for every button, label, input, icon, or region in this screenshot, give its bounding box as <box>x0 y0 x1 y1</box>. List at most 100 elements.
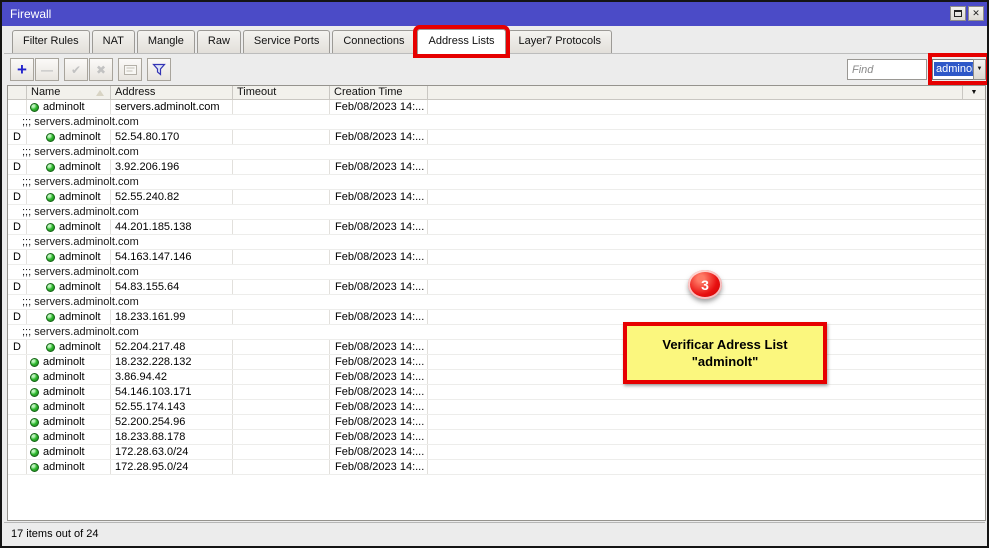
tab-address-lists[interactable]: Address Lists <box>417 29 505 54</box>
address-list-row[interactable]: Dadminolt44.201.185.138Feb/08/2023 14:..… <box>8 220 985 235</box>
creation-time-cell: Feb/08/2023 14:... <box>330 445 428 459</box>
name-text: adminolt <box>43 461 85 474</box>
status-green-icon <box>30 403 39 412</box>
close-button[interactable]: ✕ <box>968 6 984 21</box>
address-list-row[interactable]: adminolt52.55.174.143Feb/08/2023 14:... <box>8 400 985 415</box>
filter-combo-annotation: adminolt ▼ <box>928 53 989 85</box>
firewall-window: Firewall ✕ Filter Rules NAT Mangle Raw S… <box>0 0 989 548</box>
address-list-row[interactable]: Dadminolt18.233.161.99Feb/08/2023 14:... <box>8 310 985 325</box>
address-list-row[interactable]: Dadminolt54.83.155.64Feb/08/2023 14:... <box>8 280 985 295</box>
remove-button[interactable]: — <box>35 58 59 81</box>
comment-row[interactable]: ;;; servers.adminolt.com <box>8 115 985 130</box>
comment-row[interactable]: ;;; servers.adminolt.com <box>8 205 985 220</box>
column-header-creation-time[interactable]: Creation Time <box>330 86 428 99</box>
address-cell: 54.146.103.171 <box>111 385 233 399</box>
timeout-cell <box>233 415 330 429</box>
address-list-row[interactable]: Dadminolt3.92.206.196Feb/08/2023 14:... <box>8 160 985 175</box>
row-filler <box>428 130 985 144</box>
flag-cell: D <box>8 250 27 264</box>
tab-layer7-protocols[interactable]: Layer7 Protocols <box>508 30 613 53</box>
address-cell: 52.200.254.96 <box>111 415 233 429</box>
table-body: adminoltservers.adminolt.comFeb/08/2023 … <box>8 100 985 475</box>
address-list-row[interactable]: adminolt52.200.254.96Feb/08/2023 14:... <box>8 415 985 430</box>
address-list-row[interactable]: adminolt54.146.103.171Feb/08/2023 14:... <box>8 385 985 400</box>
enable-button[interactable]: ✔ <box>64 58 88 81</box>
address-list-row[interactable]: Dadminolt52.54.80.170Feb/08/2023 14:... <box>8 130 985 145</box>
find-input[interactable] <box>847 59 927 80</box>
name-cell: adminolt <box>27 355 111 369</box>
comment-text: ;;; servers.adminolt.com <box>8 205 139 219</box>
flag-cell <box>8 430 27 444</box>
address-list-row[interactable]: adminolt172.28.63.0/24Feb/08/2023 14:... <box>8 445 985 460</box>
disable-button[interactable]: ✖ <box>89 58 113 81</box>
name-cell: adminolt <box>27 160 111 174</box>
filter-button[interactable] <box>147 58 171 81</box>
column-header-address[interactable]: Address <box>111 86 233 99</box>
address-list-row[interactable]: adminolt18.232.228.132Feb/08/2023 14:... <box>8 355 985 370</box>
status-green-icon <box>46 283 55 292</box>
tab-connections[interactable]: Connections <box>332 30 415 53</box>
tab-nat[interactable]: NAT <box>92 30 135 53</box>
name-cell: adminolt <box>27 220 111 234</box>
tab-mangle[interactable]: Mangle <box>137 30 195 53</box>
name-cell: adminolt <box>27 445 111 459</box>
creation-time-cell: Feb/08/2023 14:... <box>330 370 428 384</box>
close-icon: ✕ <box>972 8 980 19</box>
flag-cell: D <box>8 160 27 174</box>
timeout-cell <box>233 370 330 384</box>
status-green-icon <box>46 343 55 352</box>
column-header-timeout[interactable]: Timeout <box>233 86 330 99</box>
tab-service-ports[interactable]: Service Ports <box>243 30 330 53</box>
maximize-button[interactable] <box>950 6 966 21</box>
filter-list-combobox[interactable]: adminolt <box>932 59 973 80</box>
comment-button[interactable] <box>118 58 142 81</box>
status-green-icon <box>46 193 55 202</box>
address-cell: 52.55.174.143 <box>111 400 233 414</box>
name-text: adminolt <box>43 101 85 114</box>
address-list-row[interactable]: adminolt 18.233.88.178 Feb/08/2023 14:... <box>8 430 985 445</box>
flag-cell: D <box>8 280 27 294</box>
creation-time-cell: Feb/08/2023 14:... <box>330 310 428 324</box>
comment-row[interactable]: ;;; servers.adminolt.com <box>8 235 985 250</box>
step-badge: 3 <box>688 270 722 299</box>
address-cell: 18.233.88.178 <box>111 430 233 444</box>
flag-cell <box>8 100 27 114</box>
address-list-row[interactable]: adminoltservers.adminolt.comFeb/08/2023 … <box>8 100 985 115</box>
address-list-row[interactable]: adminolt3.86.94.42Feb/08/2023 14:... <box>8 370 985 385</box>
name-text: adminolt <box>59 341 101 354</box>
name-text: adminolt <box>43 431 85 444</box>
address-list-row[interactable]: adminolt172.28.95.0/24Feb/08/2023 14:... <box>8 460 985 475</box>
column-header-name[interactable]: Name <box>27 86 111 99</box>
comment-row[interactable]: ;;; servers.adminolt.com <box>8 175 985 190</box>
comment-row[interactable]: ;;; servers.adminolt.com <box>8 145 985 160</box>
creation-time-cell: Feb/08/2023 14:... <box>330 430 428 444</box>
comment-row[interactable]: ;;; servers.adminolt.com <box>8 265 985 280</box>
tab-filter-rules[interactable]: Filter Rules <box>12 30 90 53</box>
column-select-button[interactable]: ▼ <box>962 86 985 99</box>
callout-line1: Verificar Adress List <box>662 336 787 353</box>
row-filler <box>428 190 985 204</box>
timeout-cell <box>233 460 330 474</box>
address-cell: 18.232.228.132 <box>111 355 233 369</box>
address-cell: 3.86.94.42 <box>111 370 233 384</box>
flag-cell <box>8 385 27 399</box>
column-header-flags[interactable] <box>8 86 27 99</box>
combo-dropdown-button[interactable]: ▼ <box>973 59 986 80</box>
creation-time-cell: Feb/08/2023 14:... <box>330 400 428 414</box>
comment-row[interactable]: ;;; servers.adminolt.com <box>8 295 985 310</box>
tab-raw[interactable]: Raw <box>197 30 241 53</box>
check-icon: ✔ <box>71 63 81 77</box>
address-list-row[interactable]: Dadminolt52.55.240.82Feb/08/2023 14:... <box>8 190 985 205</box>
address-cell: 3.92.206.196 <box>111 160 233 174</box>
name-cell: adminolt <box>27 310 111 324</box>
timeout-cell <box>233 355 330 369</box>
row-filler <box>428 445 985 459</box>
creation-time-cell: Feb/08/2023 14:... <box>330 250 428 264</box>
address-list-row[interactable]: Dadminolt52.204.217.48Feb/08/2023 14:... <box>8 340 985 355</box>
status-green-icon <box>30 388 39 397</box>
name-text: adminolt <box>59 311 101 324</box>
address-list-row[interactable]: Dadminolt54.163.147.146Feb/08/2023 14:..… <box>8 250 985 265</box>
comment-row[interactable]: ;;; servers.adminolt.com <box>8 325 985 340</box>
flag-cell: D <box>8 190 27 204</box>
add-button[interactable]: + <box>10 58 34 81</box>
